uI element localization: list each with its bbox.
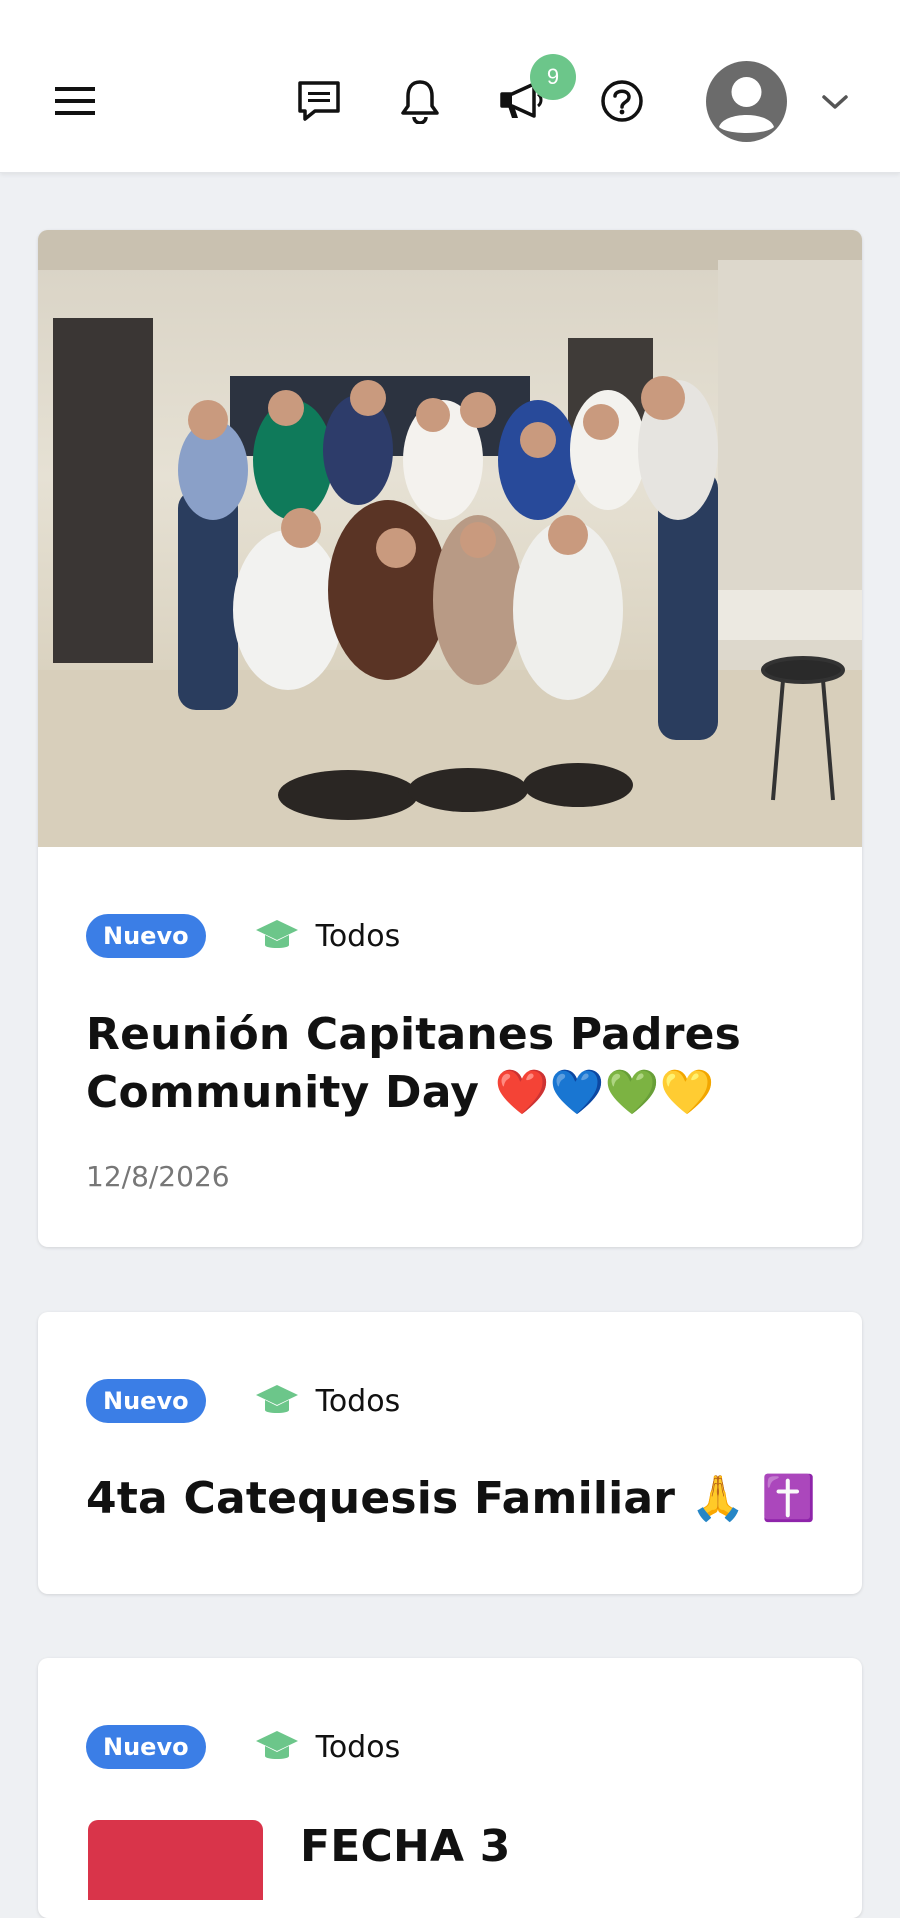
notification-count-badge: 9 — [530, 54, 576, 100]
post-tag-row: Nuevo Todos — [86, 914, 400, 958]
post-title[interactable]: FECHA 3 — [300, 1818, 820, 1876]
chat-icon — [298, 81, 340, 121]
bell-icon — [401, 80, 439, 124]
post-tag-row: Nuevo Todos — [86, 1725, 400, 1769]
post-tag-row: Nuevo Todos — [86, 1379, 400, 1423]
post-title[interactable]: 4ta Catequesis Familiar 🙏 ✝️ — [86, 1470, 826, 1528]
user-avatar[interactable] — [706, 61, 787, 142]
audience-label: Todos — [315, 1729, 401, 1765]
help-icon — [601, 80, 643, 122]
graduation-cap-icon — [255, 1731, 298, 1759]
post-thumbnail — [88, 1820, 263, 1900]
notifications-button[interactable] — [393, 76, 447, 126]
new-badge: Nuevo — [86, 914, 206, 958]
audience-label: Todos — [315, 918, 401, 954]
post-title[interactable]: Reunión Capitanes Padres Community Day ❤… — [86, 1006, 826, 1122]
account-menu-toggle[interactable] — [818, 88, 852, 116]
messages-button[interactable] — [292, 78, 346, 124]
notification-count: 9 — [546, 64, 560, 89]
top-app-bar: 9 — [0, 0, 900, 173]
help-button[interactable] — [595, 76, 649, 126]
menu-button[interactable] — [48, 78, 102, 124]
post-card[interactable]: Nuevo Todos 4ta Catequesis Familiar 🙏 ✝️ — [38, 1312, 862, 1594]
post-card[interactable]: Nuevo Todos Reunión Capitanes Padres Com… — [38, 230, 862, 1247]
chevron-down-icon — [822, 95, 848, 109]
audience-label: Todos — [315, 1383, 401, 1419]
avatar-icon — [719, 77, 774, 133]
new-badge: Nuevo — [86, 1725, 206, 1769]
post-date: 12/8/2026 — [86, 1160, 230, 1193]
post-card[interactable]: Nuevo Todos FECHA 3 — [38, 1658, 862, 1918]
group-photo-illustration — [38, 230, 862, 847]
graduation-cap-icon — [255, 920, 298, 948]
graduation-cap-icon — [255, 1385, 298, 1413]
post-photo — [38, 230, 862, 847]
new-badge: Nuevo — [86, 1379, 206, 1423]
menu-icon — [55, 87, 95, 115]
